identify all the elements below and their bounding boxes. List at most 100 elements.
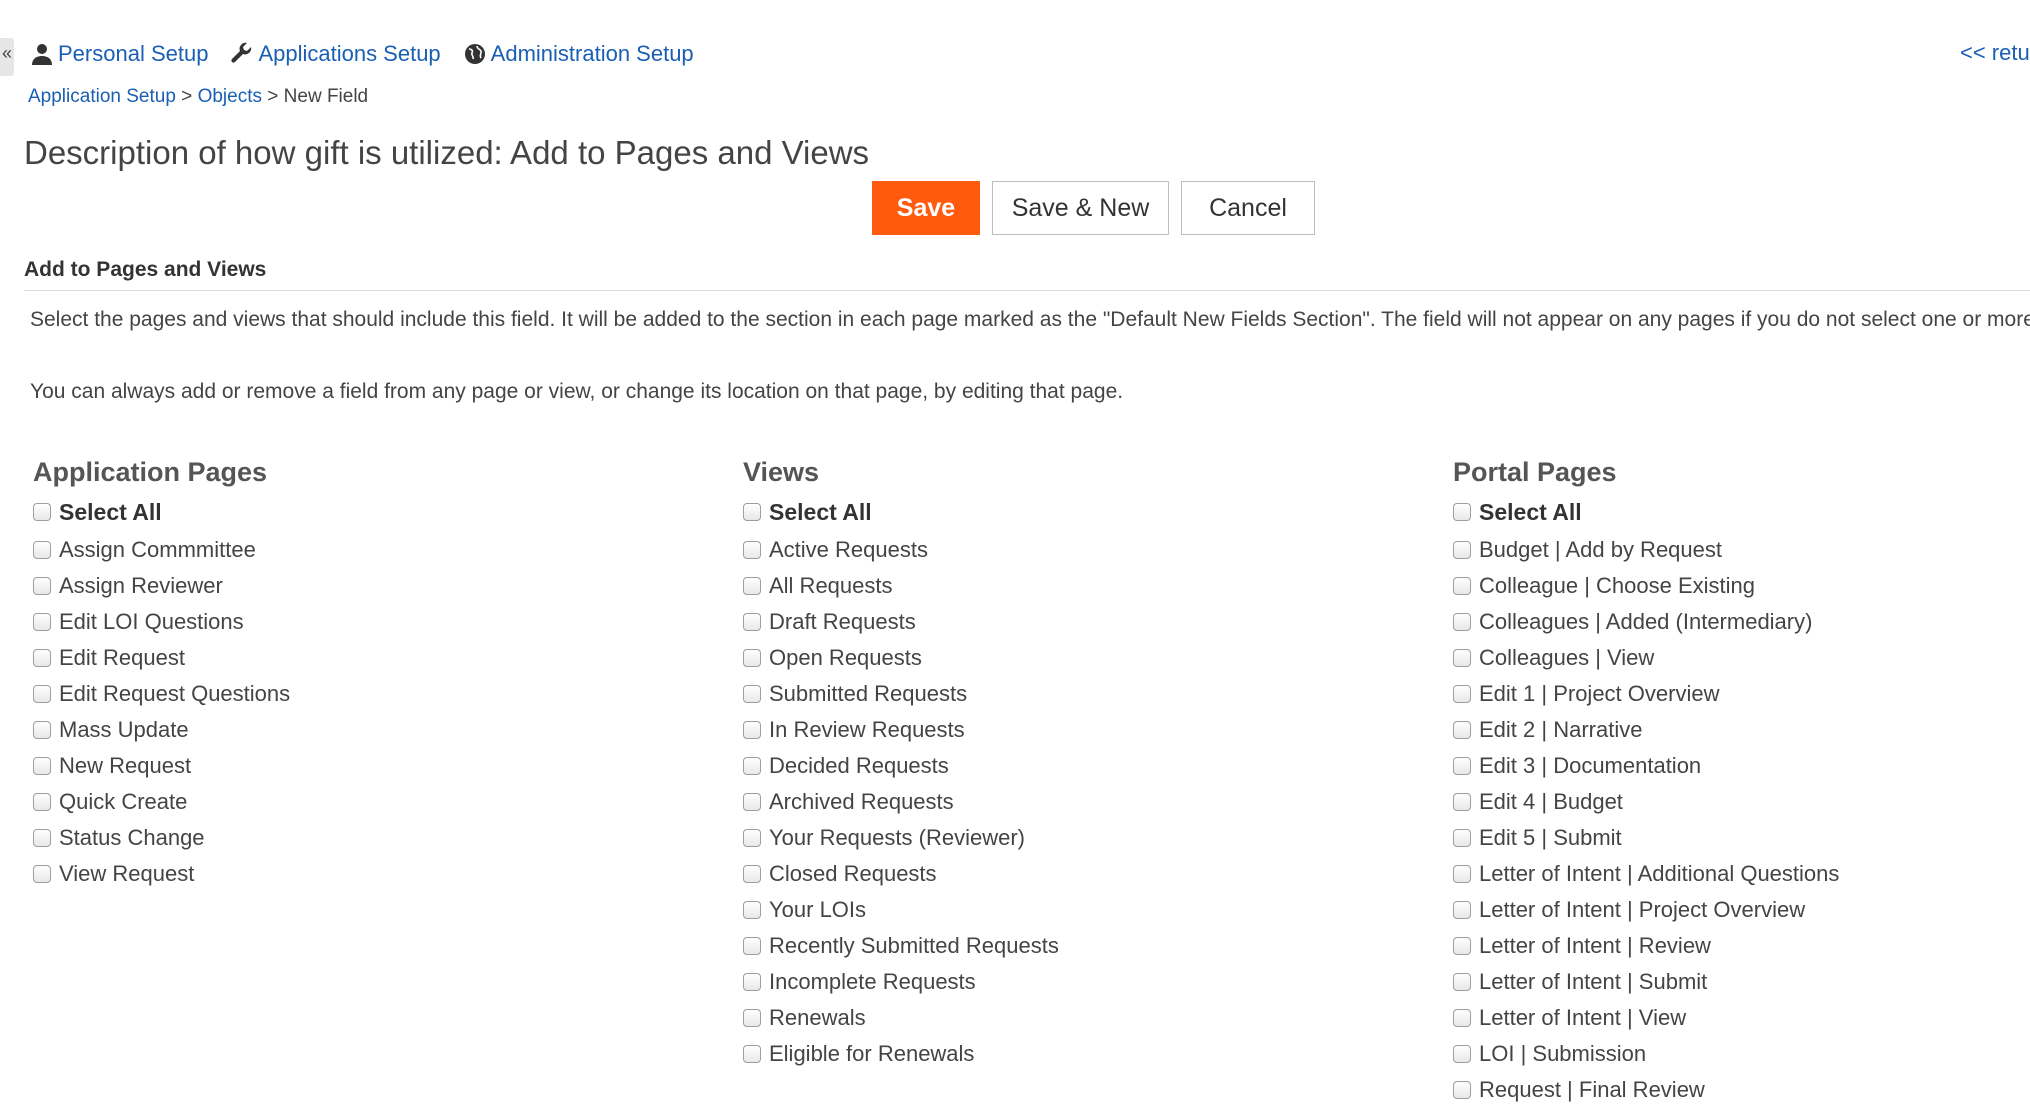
- checkbox[interactable]: [743, 829, 761, 847]
- checkbox[interactable]: [33, 685, 51, 703]
- collapse-sidebar-toggle[interactable]: «: [0, 38, 14, 76]
- checkbox-item[interactable]: Archived Requests: [743, 784, 1059, 820]
- application-pages-select-all[interactable]: Select All: [33, 492, 290, 532]
- checkbox[interactable]: [743, 937, 761, 955]
- select-all-checkbox[interactable]: [743, 503, 761, 521]
- checkbox[interactable]: [33, 613, 51, 631]
- checkbox[interactable]: [1453, 793, 1471, 811]
- checkbox[interactable]: [33, 793, 51, 811]
- checkbox[interactable]: [1453, 685, 1471, 703]
- checkbox[interactable]: [743, 1045, 761, 1063]
- checkbox-item[interactable]: Decided Requests: [743, 748, 1059, 784]
- checkbox-item[interactable]: Edit Request Questions: [33, 676, 290, 712]
- checkbox-item[interactable]: New Request: [33, 748, 290, 784]
- checkbox[interactable]: [743, 577, 761, 595]
- cancel-button[interactable]: Cancel: [1181, 181, 1315, 235]
- checkbox[interactable]: [1453, 829, 1471, 847]
- save-and-new-button[interactable]: Save & New: [992, 181, 1169, 235]
- checkbox[interactable]: [743, 541, 761, 559]
- checkbox[interactable]: [743, 973, 761, 991]
- checkbox-item[interactable]: Edit 3 | Documentation: [1453, 748, 1839, 784]
- checkbox-item[interactable]: Colleague | Choose Existing: [1453, 568, 1839, 604]
- save-button[interactable]: Save: [872, 181, 980, 235]
- checkbox[interactable]: [743, 793, 761, 811]
- checkbox-item[interactable]: Edit Request: [33, 640, 290, 676]
- checkbox-item[interactable]: Colleagues | View: [1453, 640, 1839, 676]
- checkbox-label: Draft Requests: [769, 609, 916, 634]
- checkbox-item[interactable]: Letter of Intent | Review: [1453, 928, 1839, 964]
- checkbox-item[interactable]: Edit 5 | Submit: [1453, 820, 1839, 856]
- checkbox-item[interactable]: Colleagues | Added (Intermediary): [1453, 604, 1839, 640]
- checkbox[interactable]: [743, 757, 761, 775]
- checkbox[interactable]: [1453, 937, 1471, 955]
- checkbox-item[interactable]: Your LOIs: [743, 892, 1059, 928]
- checkbox[interactable]: [1453, 973, 1471, 991]
- checkbox-item[interactable]: View Request: [33, 856, 290, 892]
- checkbox[interactable]: [1453, 1045, 1471, 1063]
- checkbox[interactable]: [1453, 1009, 1471, 1027]
- breadcrumb-objects[interactable]: Objects: [198, 86, 262, 107]
- checkbox[interactable]: [33, 649, 51, 667]
- checkbox-item[interactable]: All Requests: [743, 568, 1059, 604]
- checkbox-item[interactable]: In Review Requests: [743, 712, 1059, 748]
- select-all-checkbox[interactable]: [33, 503, 51, 521]
- checkbox-item[interactable]: Status Change: [33, 820, 290, 856]
- checkbox[interactable]: [33, 757, 51, 775]
- checkbox[interactable]: [1453, 649, 1471, 667]
- checkbox-item[interactable]: Quick Create: [33, 784, 290, 820]
- checkbox-item[interactable]: Renewals: [743, 1000, 1059, 1036]
- user-icon: [32, 44, 52, 65]
- portal-pages-select-all[interactable]: Select All: [1453, 492, 1839, 532]
- checkbox[interactable]: [1453, 757, 1471, 775]
- checkbox-item[interactable]: Letter of Intent | Submit: [1453, 964, 1839, 1000]
- checkbox-item[interactable]: Assign Commmittee: [33, 532, 290, 568]
- checkbox[interactable]: [1453, 1081, 1471, 1099]
- checkbox[interactable]: [743, 901, 761, 919]
- checkbox-item[interactable]: Letter of Intent | Project Overview: [1453, 892, 1839, 928]
- checkbox[interactable]: [33, 829, 51, 847]
- checkbox-item[interactable]: LOI | Submission: [1453, 1036, 1839, 1072]
- checkbox-item[interactable]: Assign Reviewer: [33, 568, 290, 604]
- checkbox-item[interactable]: Closed Requests: [743, 856, 1059, 892]
- checkbox-item[interactable]: Eligible for Renewals: [743, 1036, 1059, 1072]
- checkbox[interactable]: [743, 649, 761, 667]
- checkbox[interactable]: [743, 1009, 761, 1027]
- checkbox-item[interactable]: Budget | Add by Request: [1453, 532, 1839, 568]
- checkbox[interactable]: [743, 721, 761, 739]
- checkbox-item[interactable]: Letter of Intent | Additional Questions: [1453, 856, 1839, 892]
- checkbox[interactable]: [33, 577, 51, 595]
- checkbox-item[interactable]: Draft Requests: [743, 604, 1059, 640]
- checkbox[interactable]: [743, 685, 761, 703]
- checkbox[interactable]: [743, 613, 761, 631]
- nav-administration-setup[interactable]: Administration Setup: [463, 41, 694, 67]
- return-link[interactable]: << retu: [1960, 40, 2030, 66]
- checkbox-item[interactable]: Active Requests: [743, 532, 1059, 568]
- checkbox[interactable]: [1453, 577, 1471, 595]
- checkbox[interactable]: [1453, 541, 1471, 559]
- checkbox[interactable]: [1453, 721, 1471, 739]
- checkbox-item[interactable]: Submitted Requests: [743, 676, 1059, 712]
- checkbox[interactable]: [1453, 865, 1471, 883]
- checkbox-item[interactable]: Edit LOI Questions: [33, 604, 290, 640]
- checkbox[interactable]: [33, 541, 51, 559]
- checkbox[interactable]: [743, 865, 761, 883]
- checkbox-item[interactable]: Request | Final Review: [1453, 1072, 1839, 1108]
- nav-personal-setup[interactable]: Personal Setup: [30, 41, 208, 67]
- checkbox-item[interactable]: Open Requests: [743, 640, 1059, 676]
- checkbox-item[interactable]: Your Requests (Reviewer): [743, 820, 1059, 856]
- checkbox[interactable]: [33, 721, 51, 739]
- checkbox-item[interactable]: Edit 2 | Narrative: [1453, 712, 1839, 748]
- checkbox[interactable]: [1453, 901, 1471, 919]
- checkbox[interactable]: [33, 865, 51, 883]
- breadcrumb-application-setup[interactable]: Application Setup: [28, 86, 176, 107]
- select-all-checkbox[interactable]: [1453, 503, 1471, 521]
- checkbox-item[interactable]: Edit 4 | Budget: [1453, 784, 1839, 820]
- checkbox-item[interactable]: Letter of Intent | View: [1453, 1000, 1839, 1036]
- views-select-all[interactable]: Select All: [743, 492, 1059, 532]
- nav-applications-setup[interactable]: Applications Setup: [230, 41, 441, 67]
- checkbox[interactable]: [1453, 613, 1471, 631]
- checkbox-item[interactable]: Mass Update: [33, 712, 290, 748]
- checkbox-item[interactable]: Edit 1 | Project Overview: [1453, 676, 1839, 712]
- checkbox-item[interactable]: Recently Submitted Requests: [743, 928, 1059, 964]
- checkbox-item[interactable]: Incomplete Requests: [743, 964, 1059, 1000]
